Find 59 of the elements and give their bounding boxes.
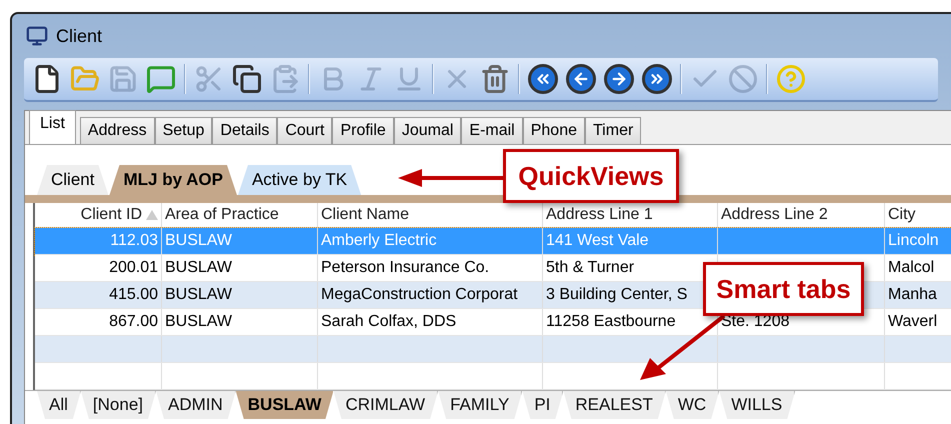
table-cell-text: 415.00 — [109, 285, 158, 305]
next-record-icon[interactable] — [604, 64, 634, 94]
table-cell-text: 3 Building Center, S — [546, 285, 688, 305]
tab[interactable]: E-mail — [461, 117, 523, 145]
column-header[interactable]: Client ID — [80, 203, 142, 227]
callout-label: QuickViews — [518, 160, 664, 192]
column-header[interactable]: Area of Practice — [165, 203, 279, 227]
tab[interactable]: List — [29, 110, 76, 144]
tab[interactable]: Court — [277, 117, 332, 145]
first-record-icon[interactable] — [528, 64, 558, 94]
table-cell-text: Lincoln — [888, 231, 939, 251]
smart-tab[interactable]: REALEST — [563, 391, 666, 419]
tab[interactable]: Setup — [154, 117, 212, 145]
column-header[interactable]: Client Name — [321, 203, 410, 227]
smart-tab[interactable]: WC — [666, 391, 720, 419]
column-header[interactable]: Address Line 2 — [721, 203, 828, 227]
table-cell-text: Malcol — [888, 258, 934, 278]
smart-tab[interactable]: All — [37, 391, 81, 419]
quickview-tab[interactable]: Client — [37, 165, 108, 195]
smart-tab[interactable]: WILLS — [719, 391, 796, 419]
trash-icon[interactable] — [480, 64, 510, 94]
last-record-icon[interactable] — [642, 64, 672, 94]
smart-tab[interactable]: [None] — [80, 391, 156, 419]
table-cell-text: MegaConstruction Corporat — [321, 285, 518, 305]
tab[interactable]: Phone — [522, 117, 585, 145]
window-title: Client — [56, 24, 102, 48]
tab[interactable]: Profile — [332, 117, 394, 145]
table-cell-text: 200.01 — [109, 258, 158, 278]
smart-tab[interactable]: CRIMLAW — [333, 391, 438, 419]
table-cell-text: 11258 Eastbourne — [546, 312, 676, 332]
table-cell-text: Sarah Colfax, DDS — [321, 312, 456, 332]
copy-icon[interactable] — [232, 64, 262, 94]
smart-tab[interactable]: FAMILY — [438, 391, 522, 419]
table-cell-text: 112.03 — [110, 231, 158, 251]
table-cell-text: Manha — [888, 285, 937, 305]
table-cell-text: BUSLAW — [165, 312, 232, 332]
tab[interactable]: Timer — [585, 117, 642, 145]
tab[interactable]: Details — [212, 117, 278, 145]
table-cell-text: 5th & Turner — [546, 258, 634, 278]
column-header[interactable]: Address Line 1 — [546, 203, 653, 227]
table-cell-text: Peterson Insurance Co. — [321, 258, 490, 278]
table-cell-text: BUSLAW — [165, 258, 232, 278]
help-icon[interactable] — [776, 64, 806, 94]
smart-tab[interactable]: PI — [522, 391, 564, 419]
smart-tab[interactable]: ADMIN — [156, 391, 236, 419]
column-header[interactable]: City — [888, 203, 916, 227]
tab[interactable]: Joumal — [394, 117, 462, 145]
table-cell-text: 141 West Vale — [546, 231, 649, 251]
table-cell-text: Amberly Electric — [321, 231, 437, 251]
previous-record-icon[interactable] — [566, 64, 596, 94]
table-cell-text: BUSLAW — [165, 231, 232, 251]
app-icon — [26, 25, 48, 47]
table-cell-text: BUSLAW — [165, 285, 232, 305]
table-cell-text: Waverl — [888, 312, 938, 332]
tab[interactable]: Address — [80, 117, 155, 145]
table-cell-text: 867.00 — [109, 312, 158, 332]
quickview-tab[interactable]: MLJ by AOP — [109, 165, 237, 195]
smart-tab[interactable]: BUSLAW — [236, 391, 334, 419]
quickview-tab[interactable]: Active by TK — [238, 165, 362, 195]
